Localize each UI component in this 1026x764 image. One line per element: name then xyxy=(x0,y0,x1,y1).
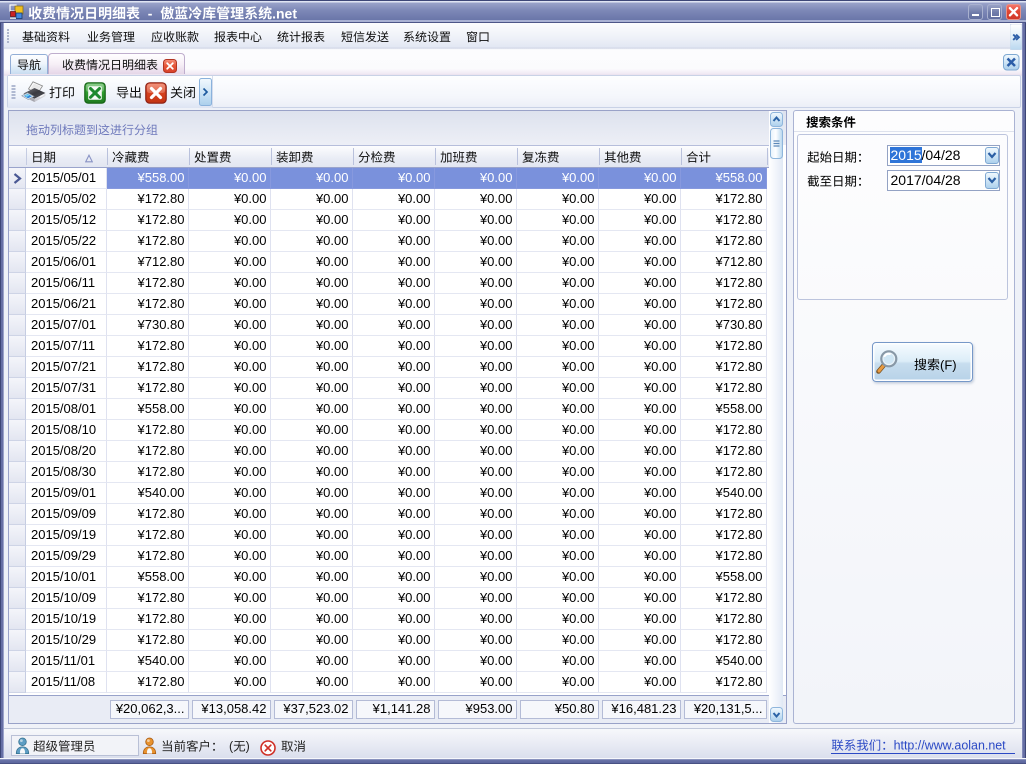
svg-text:): ) xyxy=(246,739,250,753)
svg-text:-: - xyxy=(140,5,160,21)
svg-text:http://www.aolan.net: http://www.aolan.net xyxy=(894,739,1007,753)
svg-text:.net: .net xyxy=(272,5,297,21)
svg-text:(: ( xyxy=(229,739,234,753)
svg-text:(F): (F) xyxy=(940,357,957,372)
